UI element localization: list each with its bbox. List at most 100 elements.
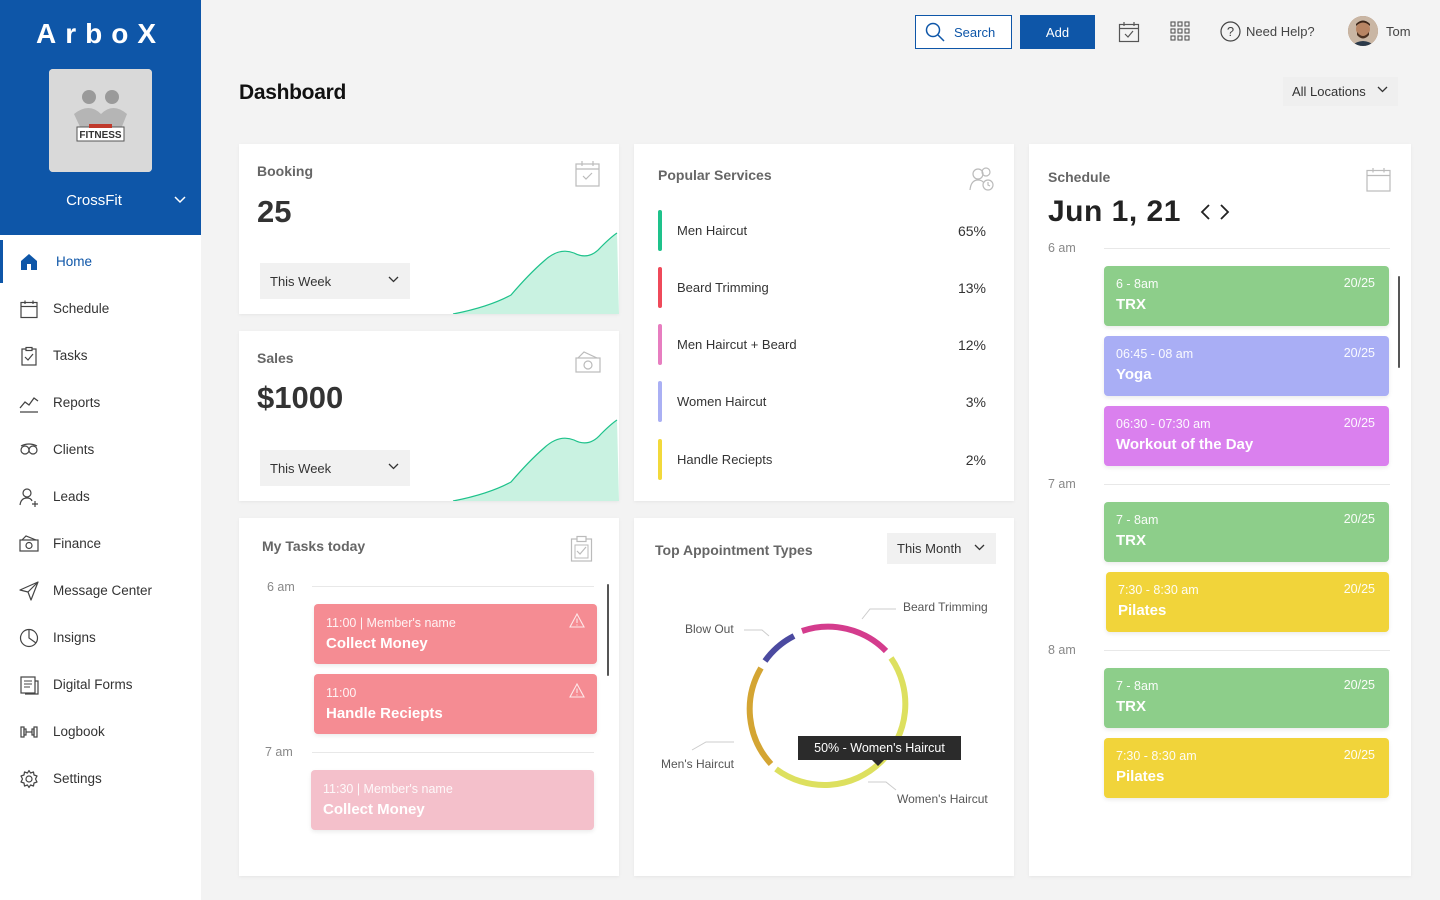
- sidebar-item-label: Reports: [53, 395, 101, 410]
- sidebar-nav: Home Schedule Tasks Reports Clients Lead…: [0, 238, 201, 802]
- schedule-event[interactable]: 06:45 - 08 am 20/25 Yoga: [1104, 336, 1389, 396]
- scrollbar[interactable]: [607, 584, 609, 676]
- clipboard-icon: [19, 346, 39, 366]
- gear-icon: [19, 769, 39, 789]
- donut-label: Blow Out: [685, 622, 734, 636]
- page-title: Dashboard: [239, 81, 346, 104]
- schedule-event[interactable]: 7:30 - 8:30 am 20/25 Pilates: [1104, 738, 1389, 798]
- event-name: TRX: [1116, 532, 1146, 549]
- sidebar: ArboX FITNESS CrossFit Home Schedule Tas…: [0, 0, 201, 900]
- divider: [312, 752, 594, 753]
- service-percent: 12%: [957, 337, 986, 353]
- task-card[interactable]: 11:00 Handle Reciepts: [314, 674, 597, 734]
- sales-title: Sales: [257, 350, 294, 366]
- gym-logo-image: FITNESS: [49, 69, 152, 172]
- service-row: Men Haircut 65%: [658, 210, 988, 252]
- event-time: 06:30 - 07:30 am: [1116, 417, 1211, 431]
- service-percent: 2%: [965, 452, 986, 468]
- booking-period-label: This Week: [270, 273, 332, 289]
- service-name: Women Haircut: [677, 394, 767, 409]
- donut-segment-beard-trimming: [801, 623, 889, 654]
- sidebar-item-schedule[interactable]: Schedule: [0, 285, 201, 332]
- user-plus-icon: [19, 487, 39, 507]
- sidebar-item-reports[interactable]: Reports: [0, 379, 201, 426]
- pie-icon: [19, 628, 39, 648]
- sidebar-item-clients[interactable]: Clients: [0, 426, 201, 473]
- sidebar-item-finance[interactable]: Finance: [0, 520, 201, 567]
- chevron-right-icon[interactable]: [1219, 204, 1231, 220]
- event-capacity: 20/25: [1343, 582, 1375, 596]
- task-meta: 11:00: [326, 686, 357, 700]
- sales-period-select[interactable]: This Week: [260, 450, 410, 486]
- hour-label: 8 am: [1048, 643, 1076, 657]
- donut-label: Men's Haircut: [661, 757, 734, 771]
- sidebar-item-insigns[interactable]: Insigns: [0, 614, 201, 661]
- apps-grid-icon[interactable]: [1170, 21, 1190, 41]
- event-name: Pilates: [1118, 602, 1167, 619]
- leader-line: [868, 781, 897, 791]
- calendar-check-icon[interactable]: [1118, 21, 1140, 43]
- event-time: 7:30 - 8:30 am: [1116, 749, 1197, 763]
- divider: [1104, 248, 1390, 249]
- sidebar-item-message-center[interactable]: Message Center: [0, 567, 201, 614]
- sidebar-item-leads[interactable]: Leads: [0, 473, 201, 520]
- chart-line-icon: [19, 393, 39, 413]
- task-title: Handle Reciepts: [326, 705, 443, 722]
- donut-chart: [691, 608, 909, 791]
- donut-segment-mens-haircut: [746, 666, 774, 767]
- chevron-left-icon[interactable]: [1199, 204, 1211, 220]
- paper-plane-icon: [19, 580, 39, 601]
- event-capacity: 20/25: [1343, 416, 1375, 430]
- user-name: Tom: [1386, 23, 1411, 39]
- event-time: 06:45 - 08 am: [1116, 347, 1194, 361]
- event-capacity: 20/25: [1343, 748, 1375, 762]
- search-button[interactable]: Search: [915, 15, 1012, 49]
- sidebar-item-label: Insigns: [53, 630, 96, 645]
- service-color-bar: [658, 210, 662, 251]
- event-time: 7 - 8am: [1116, 513, 1159, 527]
- location-filter[interactable]: All Locations: [1283, 77, 1398, 106]
- chevron-down-icon: [174, 196, 186, 204]
- event-time: 6 - 8am: [1116, 277, 1159, 291]
- schedule-title: Schedule: [1048, 169, 1111, 185]
- schedule-event[interactable]: 6 - 8am 20/25 TRX: [1104, 266, 1389, 326]
- calendar-icon: [19, 299, 39, 319]
- sidebar-item-tasks[interactable]: Tasks: [0, 332, 201, 379]
- tasks-title: My Tasks today: [262, 538, 366, 554]
- sidebar-item-logbook[interactable]: Logbook: [0, 708, 201, 755]
- gym-selector[interactable]: CrossFit: [0, 192, 201, 214]
- schedule-event[interactable]: 7 - 8am 20/25 TRX: [1104, 668, 1389, 728]
- chevron-down-icon: [388, 463, 399, 470]
- event-time: 7:30 - 8:30 am: [1118, 583, 1199, 597]
- sidebar-item-home[interactable]: Home: [0, 238, 201, 285]
- task-meta: 11:30 | Member's name: [323, 782, 453, 796]
- sidebar-item-label: Digital Forms: [53, 677, 133, 692]
- user-menu[interactable]: Tom: [1348, 16, 1411, 46]
- booking-period-select[interactable]: This Week: [260, 263, 410, 299]
- home-icon: [19, 252, 39, 272]
- service-name: Men Haircut + Beard: [677, 337, 797, 352]
- add-button[interactable]: Add: [1020, 15, 1095, 49]
- schedule-event[interactable]: 7 - 8am 20/25 TRX: [1104, 502, 1389, 562]
- service-row: Beard Trimming 13%: [658, 267, 988, 309]
- sidebar-item-settings[interactable]: Settings: [0, 755, 201, 802]
- schedule-event[interactable]: 06:30 - 07:30 am 20/25 Workout of the Da…: [1104, 406, 1389, 466]
- task-card[interactable]: 11:30 | Member's name Collect Money: [311, 770, 594, 830]
- task-card[interactable]: 11:00 | Member's name Collect Money: [314, 604, 597, 664]
- help-link[interactable]: ? Need Help?: [1220, 21, 1315, 42]
- users-icon: [969, 167, 994, 191]
- avatar: [1348, 16, 1378, 46]
- scrollbar[interactable]: [1398, 276, 1400, 368]
- booking-card: Booking 25 This Week: [239, 144, 619, 314]
- event-capacity: 20/25: [1343, 346, 1375, 360]
- service-percent: 13%: [957, 280, 986, 296]
- service-row: Men Haircut + Beard 12%: [658, 324, 988, 366]
- event-capacity: 20/25: [1343, 512, 1375, 526]
- money-icon: [19, 534, 39, 554]
- sidebar-item-digital-forms[interactable]: Digital Forms: [0, 661, 201, 708]
- calendar-icon: [1366, 168, 1391, 192]
- schedule-event[interactable]: 7:30 - 8:30 am 20/25 Pilates: [1106, 572, 1389, 632]
- sidebar-item-label: Settings: [53, 771, 102, 786]
- leader-line: [861, 608, 896, 620]
- service-name: Men Haircut: [677, 223, 748, 238]
